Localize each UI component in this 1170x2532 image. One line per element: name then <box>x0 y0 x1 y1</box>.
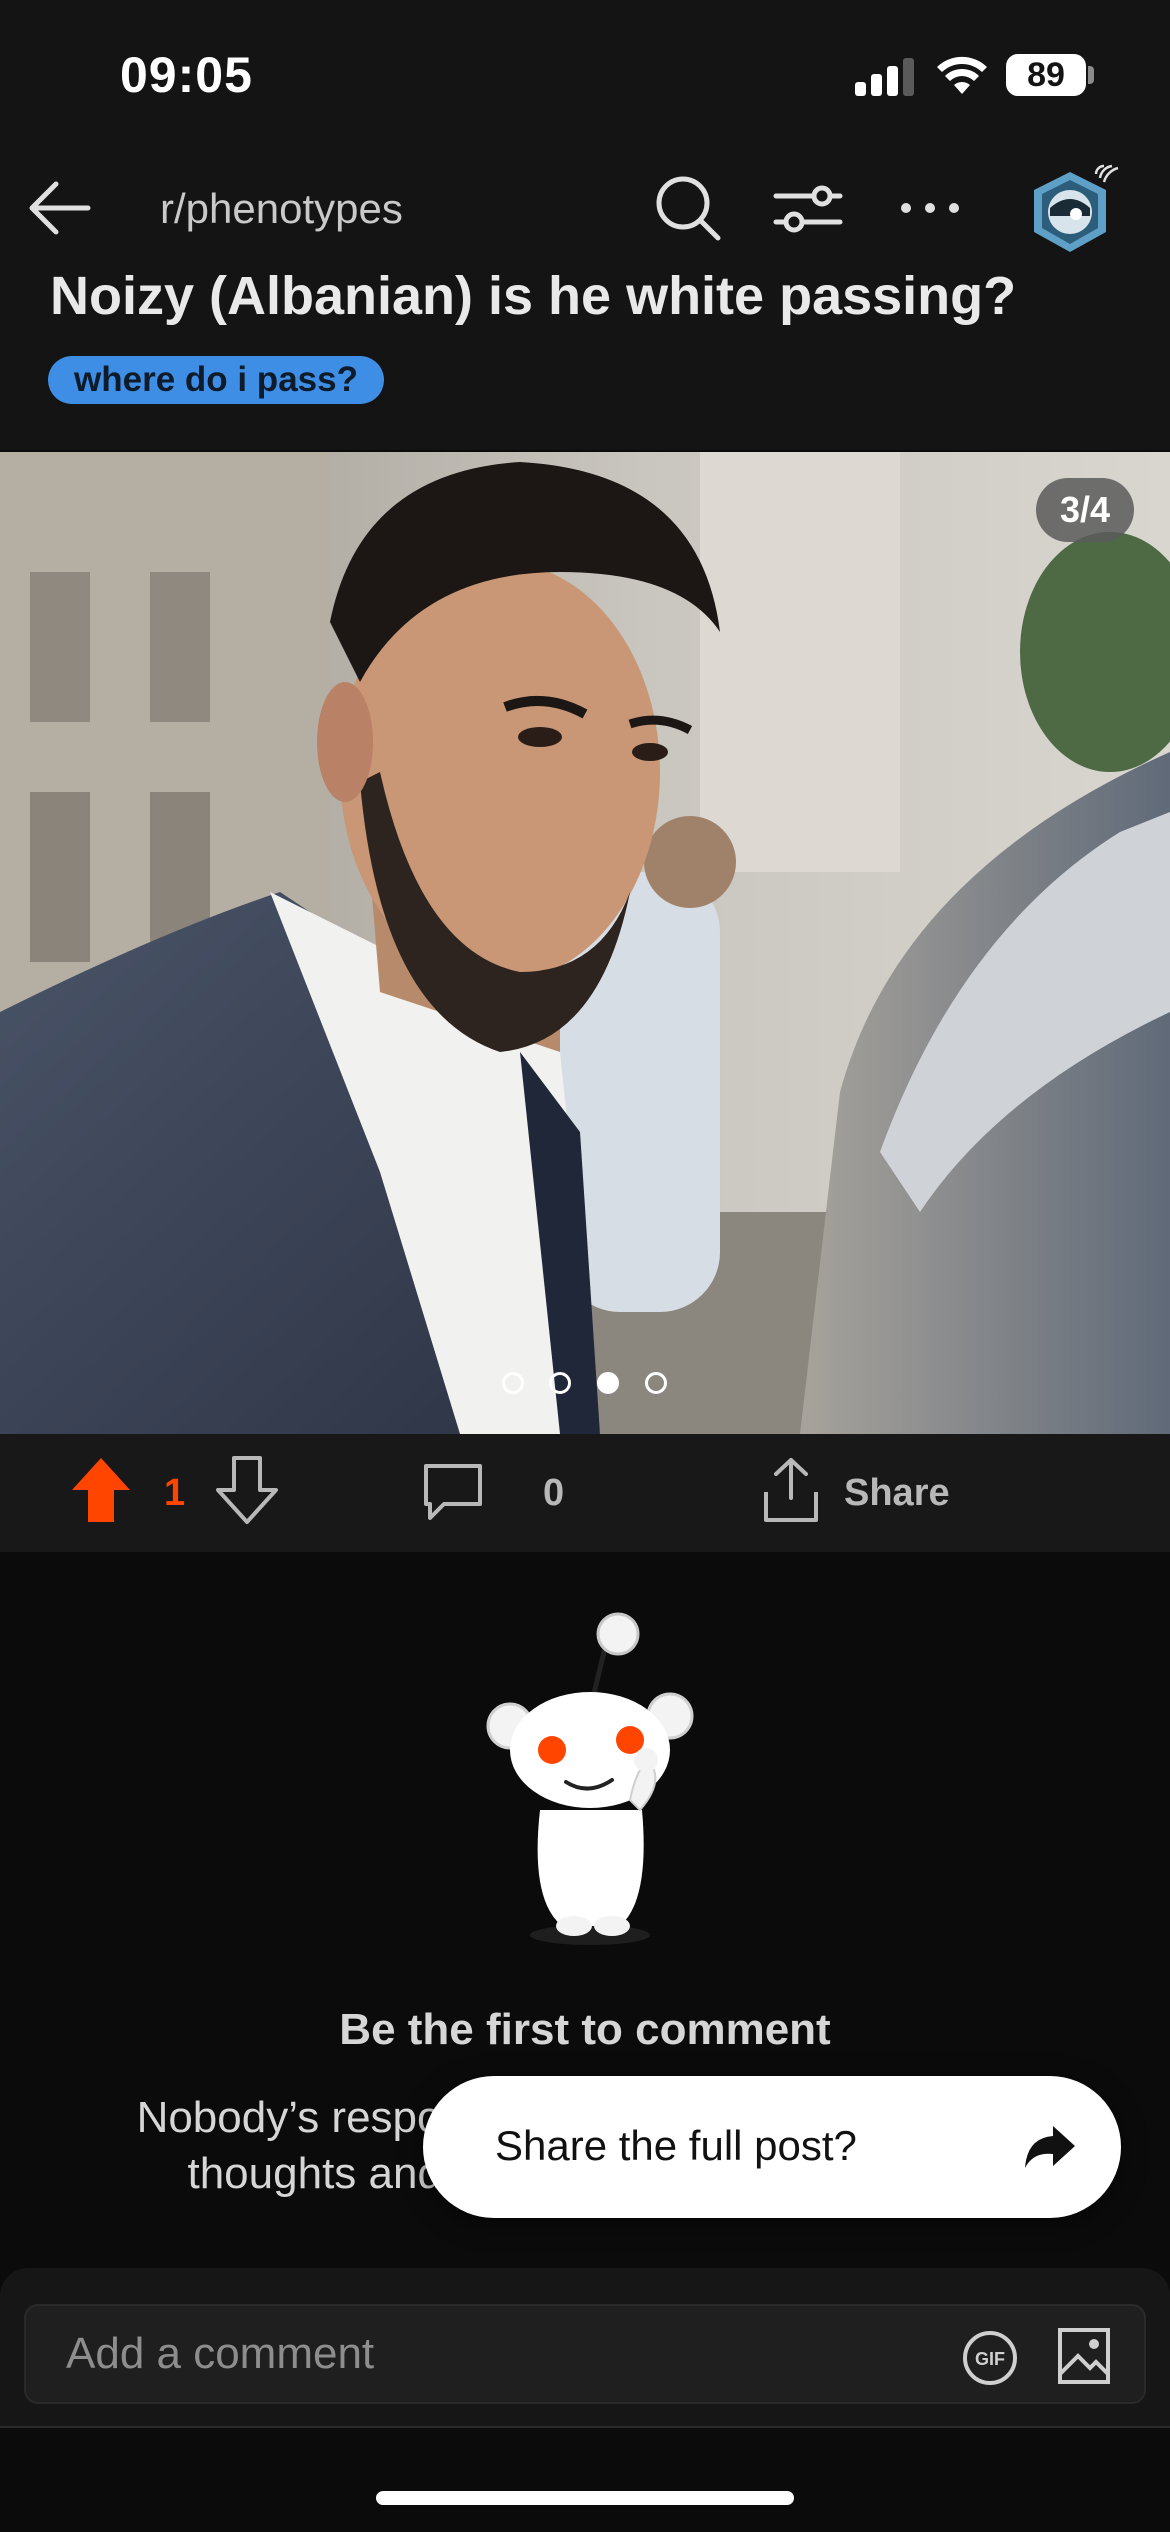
post-header: r/phenotypes Noizy (Albanian) is he whit… <box>0 150 1170 450</box>
battery-level: 89 <box>1006 54 1086 96</box>
subreddit-name[interactable]: r/phenotypes <box>160 185 403 233</box>
search-icon[interactable] <box>650 170 726 246</box>
post-title: Noizy (Albanian) is he white passing? <box>50 266 1017 326</box>
post-photo <box>0 452 1170 1434</box>
snoo-mascot-illustration <box>486 1612 694 1945</box>
share-upload-icon <box>764 1458 818 1522</box>
wifi-icon <box>937 56 987 94</box>
upvote-arrow-icon[interactable] <box>68 1454 134 1526</box>
comment-count: 0 <box>543 1472 565 1514</box>
post-image-gallery[interactable]: 3/4 <box>0 452 1170 1434</box>
share-full-post-popup[interactable]: Share the full post? <box>423 2076 1121 2218</box>
share-label: Share <box>844 1472 950 1514</box>
composer-divider <box>0 2426 1170 2428</box>
gallery-page-counter: 3/4 <box>1036 478 1135 542</box>
gallery-dot-3[interactable] <box>597 1372 619 1394</box>
empty-comments-title: Be the first to comment <box>339 2005 831 2054</box>
user-avatar[interactable] <box>1020 160 1120 260</box>
post-action-bar: 1 0 Share <box>0 1434 1170 1552</box>
image-attach-icon[interactable] <box>1056 2326 1112 2386</box>
battery-cap <box>1088 66 1094 84</box>
cellular-signal-icon <box>855 58 915 96</box>
back-arrow-icon[interactable] <box>22 170 98 246</box>
vote-count: 1 <box>164 1472 186 1514</box>
comment-bubble-icon[interactable] <box>420 1458 486 1524</box>
gallery-dot-4[interactable] <box>645 1372 667 1394</box>
gallery-pagination-dots[interactable] <box>0 1372 1170 1400</box>
comment-composer: GIF <box>0 2268 1170 2428</box>
gif-icon[interactable]: GIF <box>962 2330 1018 2386</box>
share-forward-arrow-icon <box>1025 2126 1075 2168</box>
filter-icon[interactable] <box>770 170 846 246</box>
share-popup-text: Share the full post? <box>495 2122 857 2169</box>
gif-icon-label: GIF <box>975 2349 1005 2369</box>
gallery-dot-1[interactable] <box>502 1372 524 1394</box>
more-options-icon[interactable] <box>892 170 968 246</box>
home-indicator[interactable] <box>376 2491 794 2505</box>
status-bar: 09:05 89 <box>0 0 1170 150</box>
share-button[interactable]: Share <box>758 1454 978 1526</box>
downvote-arrow-icon[interactable] <box>214 1454 280 1526</box>
status-time: 09:05 <box>120 47 253 103</box>
post-flair[interactable]: where do i pass? <box>48 356 384 404</box>
gallery-dot-2[interactable] <box>549 1372 571 1394</box>
